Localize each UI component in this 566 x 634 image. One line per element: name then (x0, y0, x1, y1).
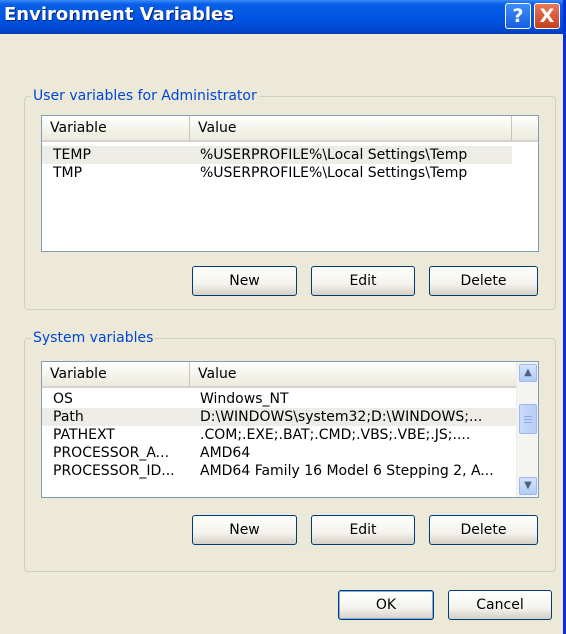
user-new-button[interactable]: New (192, 266, 297, 296)
column-header-value[interactable]: Value (190, 116, 512, 140)
variable-name: OS (53, 391, 73, 407)
list-header: Variable Value (42, 362, 538, 388)
list-item[interactable]: PROCESSOR_ID... AMD64 Family 16 Model 6 … (42, 462, 517, 480)
help-icon[interactable]: ? (505, 3, 531, 29)
variable-value: D:\WINDOWS\system32;D:\WINDOWS;... (200, 409, 483, 425)
title-bar[interactable]: Environment Variables ? X (0, 0, 563, 34)
system-edit-button[interactable]: Edit (311, 515, 415, 545)
system-variables-list[interactable]: Variable Value OS Windows_NT Path D:\WIN… (41, 361, 539, 498)
environment-variables-dialog: Environment Variables ? X User variables… (0, 0, 566, 634)
cancel-button[interactable]: Cancel (448, 590, 552, 620)
user-edit-button[interactable]: Edit (311, 266, 415, 296)
close-icon[interactable]: X (534, 3, 560, 29)
variable-name: PROCESSOR_A... (53, 445, 170, 461)
window-title: Environment Variables (4, 4, 234, 25)
variable-value: %USERPROFILE%\Local Settings\Temp (200, 165, 468, 181)
scroll-up-icon[interactable]: ▲ (519, 364, 537, 382)
thumb-grip (524, 416, 532, 417)
variable-value: AMD64 (200, 445, 251, 461)
user-variables-list[interactable]: Variable Value TEMP %USERPROFILE%\Local … (41, 115, 539, 252)
column-header-variable[interactable]: Variable (42, 116, 190, 140)
list-header: Variable Value (42, 116, 538, 142)
list-item[interactable]: PATHEXT .COM;.EXE;.BAT;.CMD;.VBS;.VBE;.J… (42, 426, 517, 444)
list-item[interactable]: TEMP %USERPROFILE%\Local Settings\Temp (42, 146, 512, 164)
user-variables-label: User variables for Administrator (31, 88, 259, 104)
system-variables-label: System variables (31, 330, 156, 346)
scroll-thumb[interactable] (519, 404, 537, 434)
ok-button[interactable]: OK (338, 590, 434, 620)
scroll-down-icon[interactable]: ▼ (519, 477, 537, 495)
vertical-scrollbar[interactable]: ▲ ▼ (516, 362, 538, 497)
list-item[interactable]: TMP %USERPROFILE%\Local Settings\Temp (42, 164, 512, 182)
variable-name: PROCESSOR_ID... (53, 463, 175, 479)
list-item[interactable]: PROCESSOR_A... AMD64 (42, 444, 517, 462)
list-item[interactable]: OS Windows_NT (42, 390, 517, 408)
variable-name: TMP (53, 165, 83, 181)
variable-value: Windows_NT (200, 391, 289, 407)
system-new-button[interactable]: New (192, 515, 297, 545)
variable-value: AMD64 Family 16 Model 6 Stepping 2, A... (200, 463, 494, 479)
system-delete-button[interactable]: Delete (429, 515, 538, 545)
list-item[interactable]: Path D:\WINDOWS\system32;D:\WINDOWS;... (42, 408, 517, 426)
thumb-grip (524, 419, 532, 420)
column-header-value[interactable]: Value (190, 362, 517, 386)
variable-value: %USERPROFILE%\Local Settings\Temp (200, 147, 468, 163)
user-delete-button[interactable]: Delete (429, 266, 538, 296)
thumb-grip (524, 422, 532, 423)
variable-value: .COM;.EXE;.BAT;.CMD;.VBS;.VBE;.JS;.... (200, 427, 471, 443)
variable-name: PATHEXT (53, 427, 115, 443)
variable-name: Path (53, 409, 84, 425)
column-header-variable[interactable]: Variable (42, 362, 190, 386)
variable-name: TEMP (53, 147, 91, 163)
